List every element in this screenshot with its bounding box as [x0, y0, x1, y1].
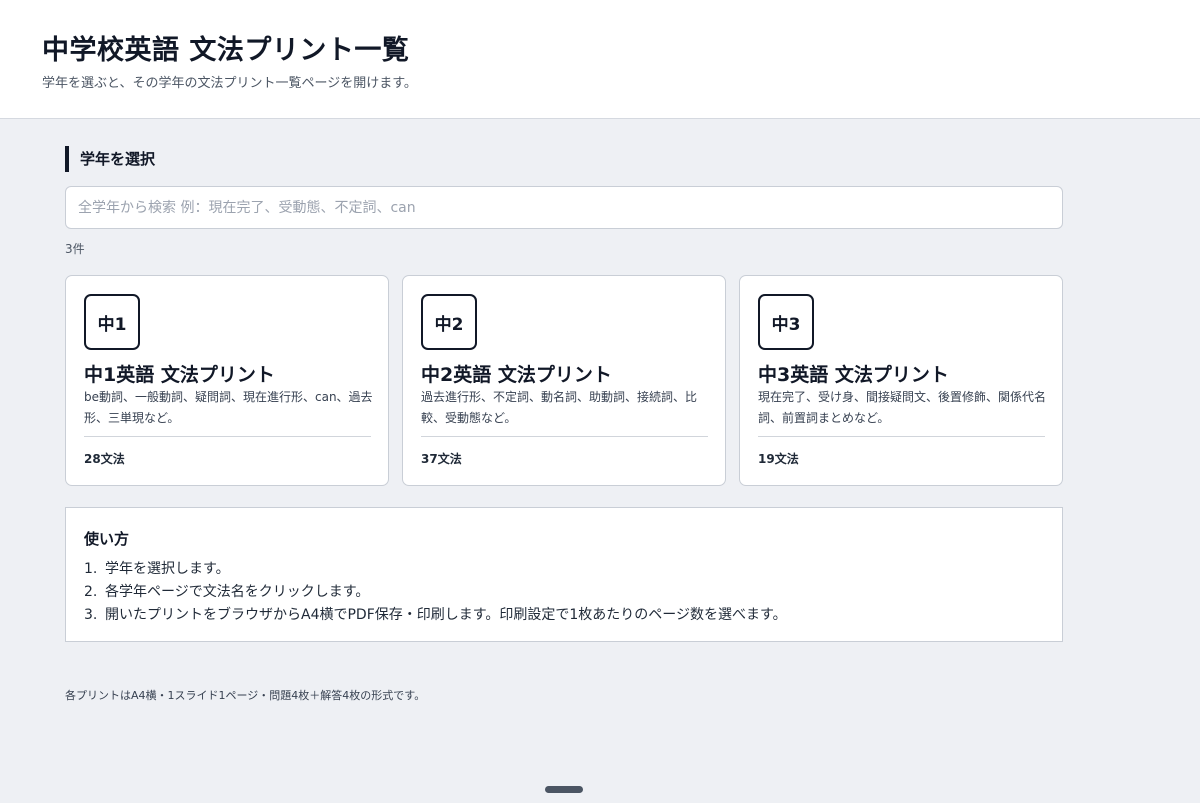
grade-badge: 中2: [421, 294, 477, 350]
divider: [758, 436, 1045, 437]
grade-card-description: 現在完了、受け身、間接疑問文、後置修飾、関係代名詞、前置詞まとめなど。: [758, 390, 1047, 425]
step-number: 1.: [84, 561, 98, 577]
step-text: 各学年ページで文法名をクリックします。: [105, 584, 370, 600]
page-subtitle: 学年を選ぶと、その学年の文法プリント一覧ページを開けます。: [42, 76, 417, 91]
page-header: 中学校英語 文法プリント一覧 学年を選ぶと、その学年の文法プリント一覧ページを開…: [0, 0, 1200, 119]
divider: [84, 436, 371, 437]
search-input[interactable]: [65, 186, 1063, 229]
grade-card-title: 中2英語 文法プリント: [421, 364, 612, 386]
grammar-count: 19文法: [758, 452, 799, 466]
grade-badge: 中3: [758, 294, 814, 350]
grade-card-title: 中3英語 文法プリント: [758, 364, 949, 386]
grade-badge: 中1: [84, 294, 140, 350]
grammar-count: 28文法: [84, 452, 125, 466]
page-title: 中学校英語 文法プリント一覧: [42, 35, 410, 66]
home-indicator[interactable]: [545, 786, 583, 793]
step-number: 2.: [84, 584, 98, 600]
howto-step: 2. 各学年ページで文法名をクリックします。: [84, 581, 787, 604]
divider: [421, 436, 708, 437]
howto-steps: 1. 学年を選択します。 2. 各学年ページで文法名をクリックします。 3. 開いたプ…: [84, 558, 787, 627]
section-heading-grade-select: 学年を選択: [65, 146, 155, 172]
grade-card-2[interactable]: 中2 中2英語 文法プリント 過去進行形、不定詞、動名詞、助動詞、接続詞、比較、…: [402, 275, 726, 486]
step-number: 3.: [84, 607, 98, 623]
grade-card-description: be動詞、一般動詞、疑問詞、現在進行形、can、過去形、三単現など。: [84, 390, 373, 425]
grade-card-description: 過去進行形、不定詞、動名詞、助動詞、接続詞、比較、受動態など。: [421, 390, 698, 425]
howto-step: 3. 開いたプリントをブラウザからA4横でPDF保存・印刷します。印刷設定で1枚あ…: [84, 604, 787, 627]
step-text: 開いたプリントをブラウザからA4横でPDF保存・印刷します。印刷設定で1枚あたり…: [105, 607, 787, 623]
howto-step: 1. 学年を選択します。: [84, 558, 787, 581]
grade-card-title: 中1英語 文法プリント: [84, 364, 275, 386]
footer-note: 各プリントはA4横・1スライド1ページ・問題4枚＋解答4枚の形式です。: [65, 689, 426, 702]
grammar-count: 37文法: [421, 452, 462, 466]
grade-card-list: 中1 中1英語 文法プリント be動詞、一般動詞、疑問詞、現在進行形、can、過…: [65, 275, 1063, 486]
grade-card-1[interactable]: 中1 中1英語 文法プリント be動詞、一般動詞、疑問詞、現在進行形、can、過…: [65, 275, 389, 486]
step-text: 学年を選択します。: [105, 561, 230, 577]
howto-heading: 使い方: [84, 530, 130, 548]
result-count: 3件: [65, 242, 85, 256]
grade-card-3[interactable]: 中3 中3英語 文法プリント 現在完了、受け身、間接疑問文、後置修飾、関係代名詞…: [739, 275, 1063, 486]
howto-panel: 使い方 1. 学年を選択します。 2. 各学年ページで文法名をクリックします。 3.…: [65, 507, 1063, 642]
